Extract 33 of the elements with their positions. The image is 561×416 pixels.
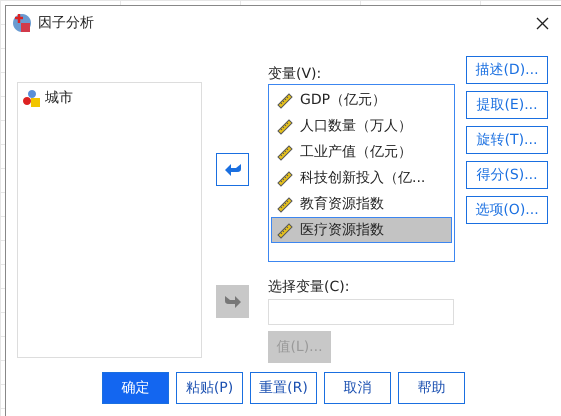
side-button[interactable]: 提取(E)... — [466, 91, 548, 119]
selection-variable-label: 选择变量(C): — [268, 278, 350, 296]
arrow-left-icon — [224, 162, 242, 176]
selection-variable-field[interactable] — [268, 299, 454, 325]
list-item[interactable]: 工业产值（亿元） — [271, 139, 452, 165]
dialog-button[interactable]: 帮助 — [398, 372, 465, 404]
list-item[interactable]: 城市 — [22, 89, 197, 107]
side-button[interactable]: 旋转(T)... — [466, 126, 548, 154]
side-button[interactable]: 描述(D)... — [466, 56, 548, 84]
close-icon[interactable] — [536, 16, 549, 30]
ruler-icon — [276, 117, 294, 135]
side-button[interactable]: 选项(O)... — [466, 196, 548, 224]
nominal-variable-icon — [22, 89, 40, 107]
move-back-button[interactable] — [216, 153, 249, 186]
arrow-right-icon — [224, 294, 242, 308]
ruler-icon — [276, 143, 294, 161]
app-icon — [12, 13, 32, 33]
list-item[interactable]: 教育资源指数 — [271, 191, 452, 217]
dialog-button[interactable]: 确定 — [102, 372, 169, 404]
dialog-button[interactable]: 重置(R) — [250, 372, 317, 404]
ruler-icon — [276, 91, 294, 109]
variables-label: 变量(V): — [268, 65, 322, 83]
list-item[interactable]: 人口数量（万人） — [271, 113, 452, 139]
dialog-button[interactable]: 粘贴(P) — [176, 372, 243, 404]
dialog-button[interactable]: 取消 — [324, 372, 391, 404]
ruler-icon — [276, 195, 294, 213]
window-title: 因子分析 — [38, 14, 94, 32]
ruler-icon — [276, 221, 294, 239]
list-item[interactable]: GDP（亿元） — [271, 87, 452, 113]
ruler-icon — [276, 169, 294, 187]
list-item[interactable]: 医疗资源指数 — [271, 217, 452, 243]
side-button[interactable]: 得分(S)... — [466, 161, 548, 189]
list-item[interactable]: 科技创新投入（亿... — [271, 165, 452, 191]
